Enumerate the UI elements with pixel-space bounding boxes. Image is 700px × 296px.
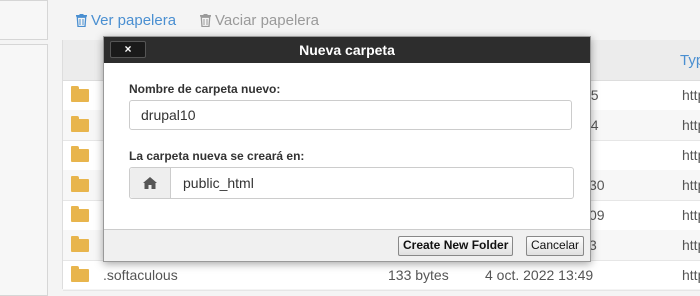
empty-trash-button[interactable]: Vaciar papelera <box>200 12 319 29</box>
left-panel-top <box>0 0 48 40</box>
cell-type: http <box>682 237 700 253</box>
dialog-titlebar: Nueva carpeta <box>104 37 590 63</box>
cell-name: .softaculous <box>103 267 178 283</box>
cell-type: http <box>682 177 700 193</box>
folder-icon <box>71 176 89 192</box>
folder-name-input[interactable]: drupal10 <box>129 100 572 130</box>
location-label: La carpeta nueva se creará en: <box>129 149 305 163</box>
folder-icon <box>71 236 89 252</box>
cell-type: http <box>682 207 700 223</box>
view-trash-label: Ver papelera <box>91 12 177 29</box>
cell-date-partial: 30 <box>589 177 605 193</box>
trash-icon <box>76 14 87 27</box>
left-panel-tree <box>0 44 48 296</box>
empty-trash-label: Vaciar papelera <box>215 12 319 29</box>
folder-name-label: Nombre de carpeta nuevo: <box>129 82 281 96</box>
create-folder-button[interactable]: Create New Folder <box>398 236 514 256</box>
folder-icon <box>71 146 89 162</box>
type-column-header[interactable]: Typ <box>680 52 700 69</box>
cancel-button[interactable]: Cancelar <box>526 236 585 256</box>
trash-icon <box>200 14 211 27</box>
folder-icon <box>71 86 89 102</box>
close-button[interactable]: × <box>110 41 146 58</box>
cell-type: http <box>682 87 700 103</box>
home-addon <box>130 168 171 198</box>
folder-icon <box>71 266 89 282</box>
toolbar: Ver papelera Vaciar papelera <box>64 0 700 40</box>
home-icon <box>143 177 157 189</box>
table-row[interactable]: .softaculous 133 bytes 4 oct. 2022 13:49… <box>63 260 700 291</box>
folder-icon <box>71 116 89 132</box>
location-value: public_html <box>183 175 254 191</box>
folder-icon <box>71 206 89 222</box>
new-folder-dialog: Nueva carpeta × Nombre de carpeta nuevo:… <box>103 36 591 262</box>
cell-date: 4 oct. 2022 13:49 <box>485 267 594 283</box>
cell-date-partial: 09 <box>589 207 605 223</box>
cell-type: http <box>682 267 700 283</box>
dialog-footer: Create New Folder Cancelar <box>104 229 590 261</box>
dialog-title: Nueva carpeta <box>299 42 395 58</box>
view-trash-button[interactable]: Ver papelera <box>76 12 176 29</box>
cell-size: 133 bytes <box>388 267 449 283</box>
cell-type: http <box>682 117 700 133</box>
location-field: public_html <box>129 167 574 199</box>
cell-type: http <box>682 147 700 163</box>
